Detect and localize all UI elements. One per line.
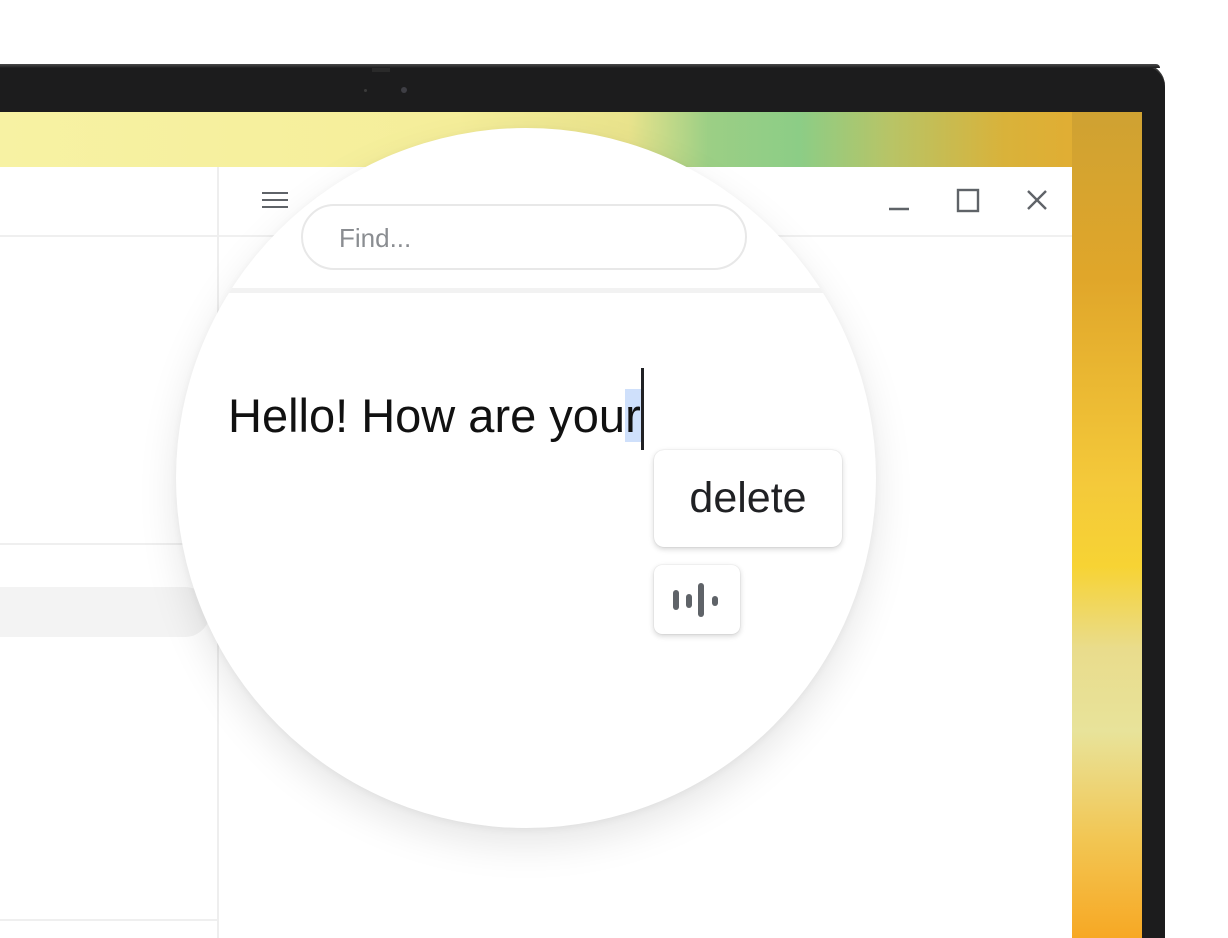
maximize-button[interactable] <box>951 184 985 218</box>
sidebar-divider <box>0 235 217 237</box>
find-input[interactable] <box>337 220 721 256</box>
camera-notch <box>372 68 390 72</box>
magnifier-lens: Hello! How are your delete <box>176 128 876 828</box>
camera-sensor-dot <box>364 89 367 92</box>
sidebar-divider <box>0 919 217 921</box>
text-editor-content[interactable]: Hello! How are your <box>228 368 644 450</box>
voice-waveform-icon <box>673 582 718 617</box>
typed-text: Hello! How are you <box>228 389 626 442</box>
wallpaper-right-strip <box>1072 112 1142 938</box>
close-button[interactable] <box>1020 184 1054 218</box>
camera-lens-dot <box>401 87 407 93</box>
text-caret <box>640 368 644 450</box>
minimize-button[interactable] <box>882 184 916 218</box>
minimize-icon <box>889 207 909 211</box>
selected-text: r <box>625 389 641 442</box>
close-icon <box>1027 190 1047 210</box>
magnified-header-divider <box>176 288 876 293</box>
find-search-box[interactable] <box>301 204 747 270</box>
dictation-button[interactable] <box>654 565 740 634</box>
bezel-top-edge <box>0 64 1160 68</box>
suggestion-label: delete <box>689 474 807 522</box>
screenshot-stage: Hello! How are your delete <box>0 0 1228 938</box>
sidebar-selected-item[interactable] <box>0 587 210 637</box>
maximize-icon <box>956 188 980 213</box>
hamburger-menu-icon[interactable] <box>262 192 288 210</box>
delete-suggestion-button[interactable]: delete <box>654 450 842 547</box>
